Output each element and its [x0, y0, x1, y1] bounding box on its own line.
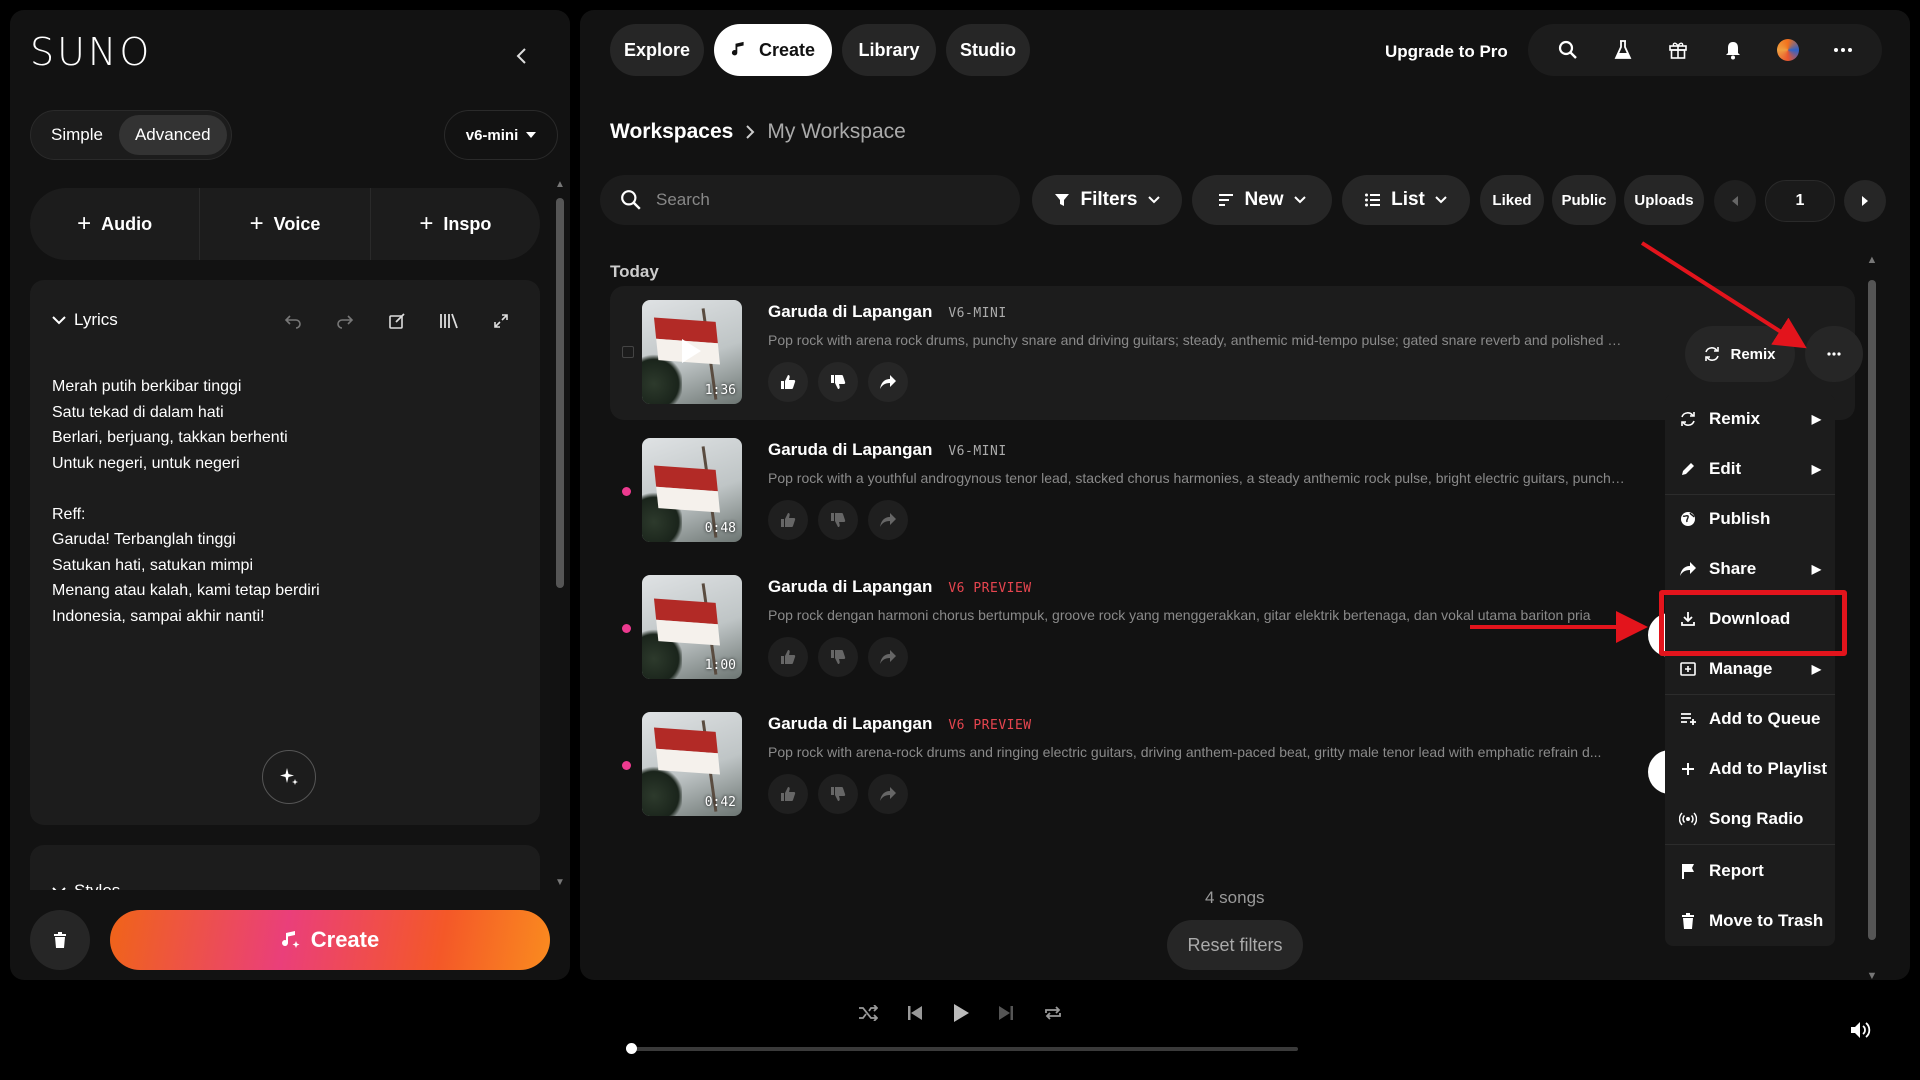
annotation-arrows	[1470, 241, 1807, 643]
repeat-icon[interactable]	[1043, 1005, 1063, 1021]
previous-icon[interactable]	[907, 1005, 923, 1021]
playback-progress[interactable]	[626, 1043, 1298, 1054]
shuffle-icon[interactable]	[858, 1005, 878, 1021]
player-controls	[858, 1003, 1063, 1023]
play-icon[interactable]	[952, 1003, 970, 1023]
progress-knob[interactable]	[626, 1043, 637, 1054]
volume-icon[interactable]	[1850, 1020, 1872, 1040]
next-icon[interactable]	[998, 1005, 1014, 1021]
annotation-arrow-more	[1640, 241, 1807, 349]
